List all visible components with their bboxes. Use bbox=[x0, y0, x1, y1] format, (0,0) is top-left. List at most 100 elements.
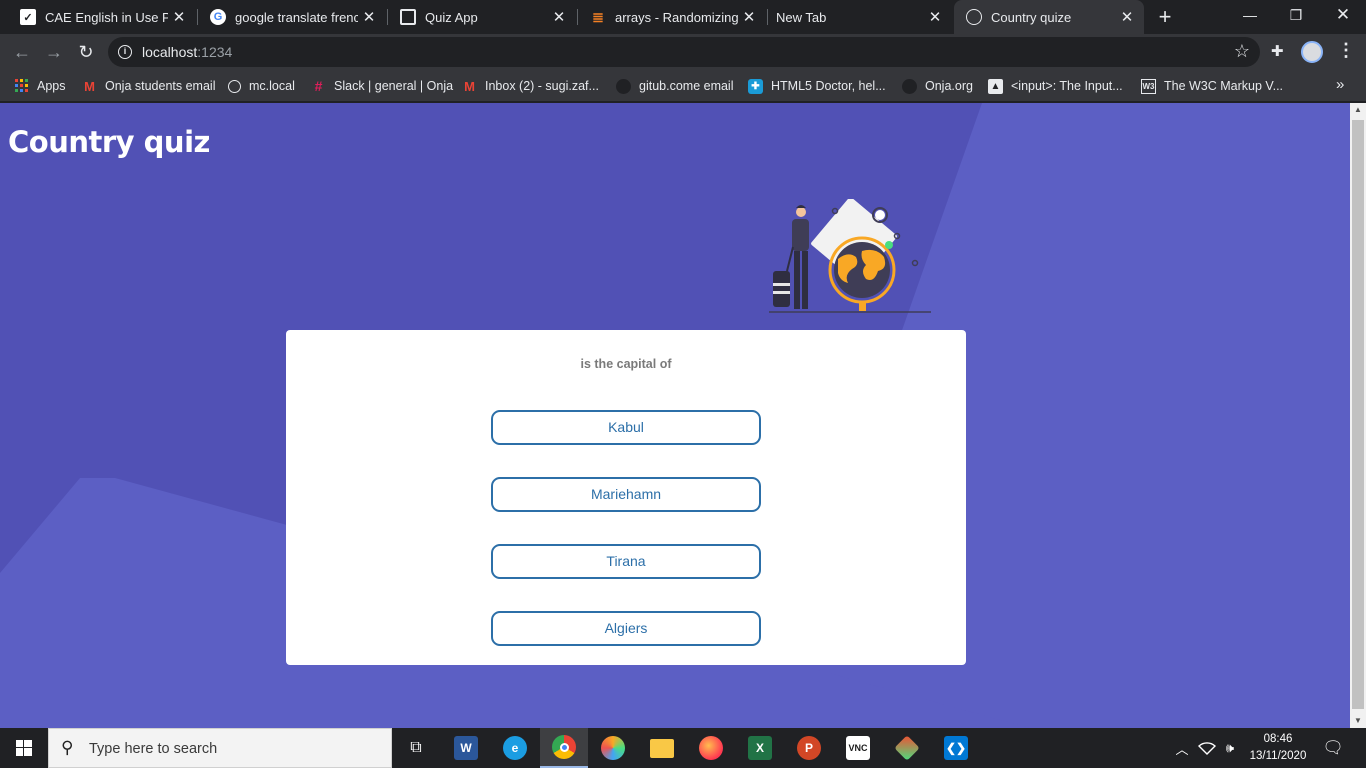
tab-strip: ✓ CAE English in Use Part ✕ G google tra… bbox=[0, 0, 1366, 34]
bookmark-item[interactable]: M Inbox (2) - sugi.zaf... bbox=[462, 76, 599, 96]
edge-icon: e bbox=[503, 736, 527, 760]
restore-button[interactable]: ❐ bbox=[1273, 0, 1319, 32]
tab-title: Quiz App bbox=[425, 9, 478, 25]
github-icon bbox=[616, 78, 631, 94]
volume-icon[interactable]: 🕪 bbox=[1219, 728, 1241, 768]
taskbar-edge[interactable]: e bbox=[491, 728, 539, 768]
mdn-icon: ▲ bbox=[988, 78, 1003, 94]
show-hidden-icons[interactable]: ︿ bbox=[1172, 728, 1192, 768]
word-icon: W bbox=[454, 736, 478, 760]
close-icon[interactable]: ✕ bbox=[1116, 8, 1138, 26]
bookmark-label: mc.local bbox=[249, 79, 295, 93]
taskbar-search[interactable]: ⚲ Type here to search bbox=[48, 728, 392, 768]
forward-button[interactable]: → bbox=[40, 38, 68, 66]
task-view-button[interactable]: ⧉ bbox=[392, 728, 440, 768]
bookmark-star-icon[interactable]: ☆ bbox=[1234, 41, 1250, 62]
extensions-icon[interactable]: ✚ bbox=[1271, 42, 1284, 60]
avatar[interactable] bbox=[1301, 41, 1323, 63]
close-icon[interactable]: ✕ bbox=[924, 8, 946, 26]
bookmarks-overflow-icon[interactable]: » bbox=[1336, 76, 1344, 93]
scroll-down-icon[interactable]: ▼ bbox=[1350, 714, 1366, 728]
system-clock[interactable]: 08:46 13/11/2020 bbox=[1242, 731, 1314, 765]
taskbar-vnc[interactable]: VNC bbox=[834, 728, 882, 768]
bookmark-label: The W3C Markup V... bbox=[1164, 79, 1284, 93]
bookmark-item[interactable]: # Slack | general | Onja bbox=[311, 76, 453, 96]
page-viewport: Country quiz is the capital of Kabul Mar… bbox=[0, 103, 1350, 728]
notification-icon[interactable]: 🗨 bbox=[1318, 728, 1348, 768]
taskbar-firefox[interactable] bbox=[687, 728, 735, 768]
globe-icon bbox=[966, 9, 982, 25]
quiz-card: is the capital of Kabul Mariehamn Tirana… bbox=[286, 330, 966, 665]
gmail-icon: M bbox=[84, 78, 95, 94]
question-text: is the capital of bbox=[580, 357, 672, 371]
browser-toolbar: ← → ↻ i localhost:1234 ☆ ✚ ⋮ bbox=[0, 34, 1366, 70]
excel-icon: X bbox=[748, 736, 772, 760]
taskbar-excel[interactable]: X bbox=[736, 728, 784, 768]
bookmark-item[interactable]: ✚ HTML5 Doctor, hel... bbox=[748, 76, 886, 96]
url-text[interactable]: localhost:1234 bbox=[142, 44, 232, 60]
bookmark-label: gitub.come email bbox=[639, 79, 734, 93]
folder-icon bbox=[650, 738, 674, 758]
menu-icon[interactable]: ⋮ bbox=[1337, 40, 1355, 61]
bookmark-item[interactable]: W3 The W3C Markup V... bbox=[1141, 76, 1283, 96]
w3c-icon: W3 bbox=[1141, 78, 1156, 94]
taskbar-vscode[interactable]: ❮❯ bbox=[932, 728, 980, 768]
page-scrollbar[interactable]: ▲ ▼ bbox=[1350, 103, 1366, 728]
tab-title: CAE English in Use Part bbox=[45, 9, 168, 25]
bookmark-item[interactable]: Onja.org bbox=[902, 76, 973, 96]
tab-title: arrays - Randomizing q bbox=[615, 9, 738, 25]
search-placeholder: Type here to search bbox=[89, 741, 218, 757]
clock-time: 08:46 bbox=[1263, 733, 1293, 745]
close-icon[interactable]: ✕ bbox=[738, 8, 760, 26]
wifi-icon[interactable] bbox=[1196, 728, 1218, 768]
slack-icon: # bbox=[314, 78, 323, 94]
scrollbar-thumb[interactable] bbox=[1352, 120, 1364, 709]
browser-tab[interactable]: G google translate french ✕ bbox=[198, 0, 386, 34]
answer-button-kabul[interactable]: Kabul bbox=[491, 410, 761, 445]
answer-button-tirana[interactable]: Tirana bbox=[491, 544, 761, 579]
browser-tab[interactable]: ≣ arrays - Randomizing q ✕ bbox=[578, 0, 766, 34]
info-icon[interactable]: i bbox=[118, 45, 132, 59]
bookmark-label: Onja.org bbox=[925, 79, 973, 93]
bookmark-item[interactable]: gitub.come email bbox=[616, 76, 734, 96]
scroll-up-icon[interactable]: ▲ bbox=[1350, 103, 1366, 117]
firefox-icon bbox=[699, 736, 723, 760]
close-icon[interactable]: ✕ bbox=[548, 8, 570, 26]
start-button[interactable] bbox=[0, 728, 48, 768]
browser-tab[interactable]: Quiz App ✕ bbox=[388, 0, 576, 34]
chrome-icon bbox=[552, 735, 576, 759]
taskbar-powerpoint[interactable]: P bbox=[785, 728, 833, 768]
taskbar-chrome[interactable] bbox=[540, 728, 588, 768]
page-title: Country quiz bbox=[8, 125, 210, 159]
window-close-button[interactable]: ✕ bbox=[1320, 0, 1366, 32]
close-icon[interactable]: ✕ bbox=[168, 8, 190, 26]
bookmark-item[interactable]: M Onja students email bbox=[82, 76, 215, 96]
tab-title: Country quize bbox=[991, 9, 1072, 25]
back-button[interactable]: ← bbox=[8, 38, 36, 66]
browser-tab[interactable]: New Tab ✕ bbox=[764, 0, 952, 34]
answer-button-algiers[interactable]: Algiers bbox=[491, 611, 761, 646]
close-icon[interactable]: ✕ bbox=[358, 8, 380, 26]
gmail-icon: M bbox=[464, 78, 475, 94]
taskbar-git[interactable] bbox=[883, 728, 931, 768]
vnc-icon: VNC bbox=[846, 736, 870, 760]
bookmark-apps[interactable]: Apps bbox=[14, 76, 66, 96]
bookmark-item[interactable]: mc.local bbox=[228, 76, 295, 96]
taskbar-explorer[interactable] bbox=[638, 728, 686, 768]
minimize-button[interactable]: — bbox=[1227, 0, 1273, 32]
new-tab-button[interactable]: + bbox=[1153, 4, 1177, 30]
onja-icon bbox=[902, 78, 917, 94]
taskbar-paint[interactable] bbox=[589, 728, 637, 768]
taskbar-word[interactable]: W bbox=[442, 728, 490, 768]
browser-tab-active[interactable]: Country quize ✕ bbox=[954, 0, 1144, 34]
bookmark-item[interactable]: ▲ <input>: The Input... bbox=[988, 76, 1123, 96]
url-host: localhost bbox=[142, 44, 198, 60]
address-bar[interactable]: i localhost:1234 ☆ bbox=[108, 37, 1260, 67]
browser-tab[interactable]: ✓ CAE English in Use Part ✕ bbox=[8, 0, 196, 34]
tab-title: google translate french bbox=[235, 9, 358, 25]
answer-button-mariehamn[interactable]: Mariehamn bbox=[491, 477, 761, 512]
git-icon bbox=[894, 735, 920, 761]
reload-button[interactable]: ↻ bbox=[72, 38, 100, 66]
windows-logo-icon bbox=[16, 740, 32, 756]
wifi-signal-icon bbox=[1198, 742, 1216, 755]
